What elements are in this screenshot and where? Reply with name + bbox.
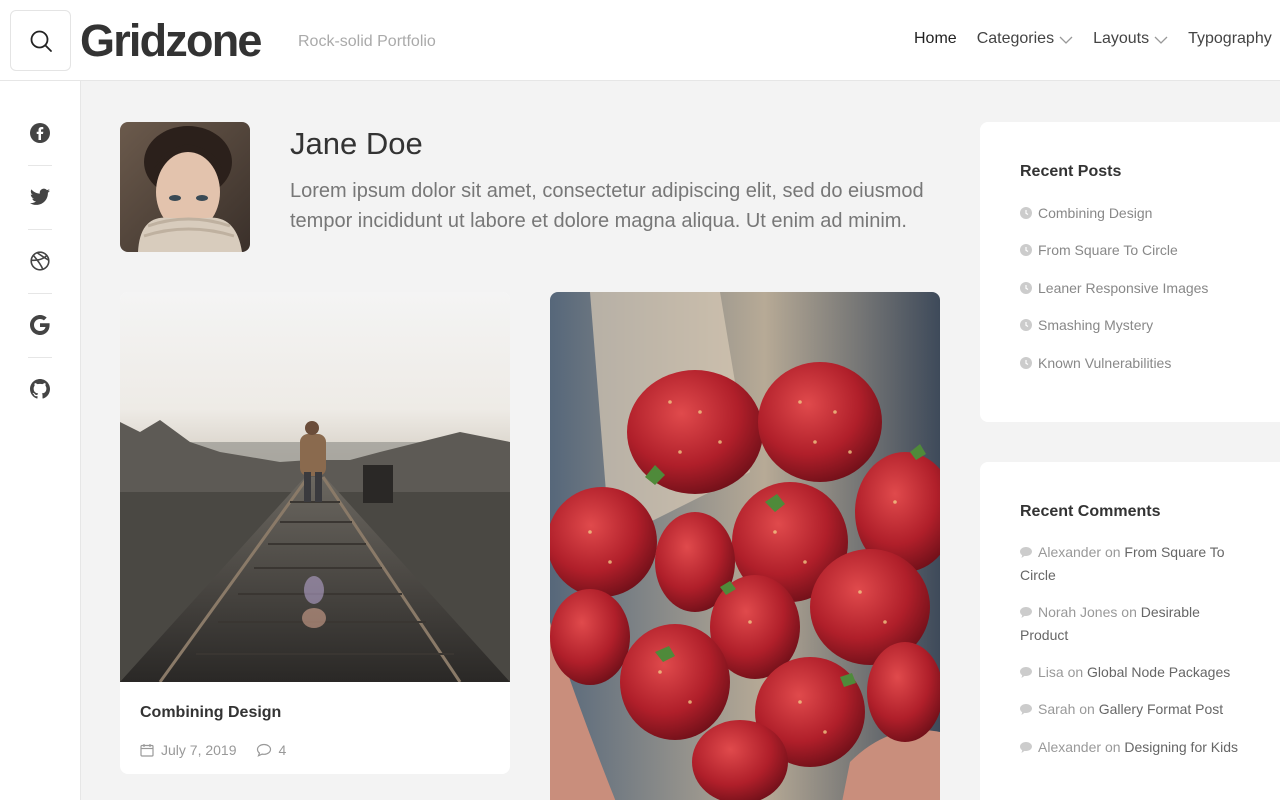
nav-item-label: Layouts (1093, 30, 1150, 47)
nav-item-layouts[interactable]: Layouts (1093, 28, 1168, 50)
divider (28, 357, 52, 358)
post-card-image[interactable] (550, 292, 940, 800)
comment-author: Norah Jones (1038, 604, 1118, 620)
recent-post-label: From Square To Circle (1038, 242, 1178, 258)
nav-item-typography[interactable]: Typography (1188, 28, 1272, 50)
clock-icon (1020, 207, 1032, 219)
recent-comment-item: Alexander on Designing for Kids (1020, 736, 1250, 759)
divider (28, 293, 52, 294)
comment-author: Lisa (1038, 664, 1064, 680)
post-image[interactable] (120, 292, 510, 683)
dribbble-link[interactable] (28, 249, 52, 273)
recent-post-item[interactable]: Known Vulnerabilities (1020, 354, 1171, 372)
social-sidebar (0, 81, 81, 800)
recent-posts-widget: Recent Posts Combining Design From Squar… (980, 122, 1280, 422)
post-date[interactable]: July 7, 2019 (140, 740, 237, 760)
github-icon (30, 379, 50, 399)
recent-post-label: Smashing Mystery (1038, 317, 1154, 333)
divider (28, 229, 52, 230)
recent-post-item[interactable]: From Square To Circle (1020, 241, 1178, 259)
clock-icon (1020, 244, 1032, 256)
recent-comment-item: Sarah on Gallery Format Post (1020, 698, 1250, 721)
comment-on-word: on (1121, 604, 1137, 620)
google-icon (30, 315, 50, 335)
comment-bubble-icon (1020, 667, 1032, 678)
clock-icon (1020, 319, 1032, 331)
post-meta: July 7, 2019 4 (140, 740, 286, 760)
post-title[interactable]: Combining Design (140, 702, 281, 724)
post-image[interactable] (550, 292, 940, 800)
comment-bubble-icon (1020, 607, 1032, 618)
widget-title: Recent Comments (1020, 503, 1161, 520)
facebook-link[interactable] (28, 121, 52, 145)
facebook-icon (30, 123, 50, 143)
clock-icon (1020, 282, 1032, 294)
recent-post-label: Leaner Responsive Images (1038, 280, 1209, 296)
recent-post-item[interactable]: Leaner Responsive Images (1020, 279, 1208, 297)
twitter-icon (30, 188, 50, 205)
recent-post-item[interactable]: Smashing Mystery (1020, 316, 1153, 334)
comment-on-word: on (1104, 739, 1121, 755)
recent-comment-item: Alexander on From Square To Circle (1020, 541, 1250, 587)
recent-post-item[interactable]: Combining Design (1020, 204, 1152, 222)
author-bio: Lorem ipsum dolor sit amet, consectetur … (290, 180, 924, 232)
post-comments[interactable]: 4 (256, 740, 287, 760)
comment-on-word: on (1104, 544, 1121, 560)
recent-post-label: Known Vulnerabilities (1038, 355, 1172, 371)
site-header: Gridzone Rock-solid Portfolio Home Categ… (0, 0, 1280, 81)
nav-item-label: Categories (976, 30, 1055, 47)
github-link[interactable] (28, 377, 52, 401)
site-logo[interactable]: Gridzone (80, 14, 262, 68)
site-tagline: Rock-solid Portfolio (298, 33, 436, 50)
recent-comments-widget: Recent Comments Alexander on From Square… (980, 462, 1280, 800)
recent-post-label: Combining Design (1038, 205, 1153, 221)
main-nav: Home Categories Layouts Typography (914, 28, 1280, 50)
nav-item-label: Home (914, 30, 957, 47)
recent-comment-item: Lisa on Global Node Packages (1020, 661, 1250, 684)
clock-icon (1020, 357, 1032, 369)
comment-bubble-icon (1020, 742, 1032, 753)
widget-title: Recent Posts (1020, 163, 1122, 180)
twitter-link[interactable] (28, 185, 52, 209)
search-button[interactable] (10, 10, 71, 71)
comment-on-word: on (1079, 701, 1095, 717)
comment-icon (256, 743, 271, 757)
comment-post-link[interactable]: Designing for Kids (1124, 739, 1238, 755)
nav-item-home[interactable]: Home (914, 28, 957, 50)
google-link[interactable] (28, 313, 52, 337)
post-date-text: July 7, 2019 (161, 742, 237, 758)
comment-author: Alexander (1038, 544, 1102, 560)
author-name: Jane Doe (290, 126, 423, 161)
comment-bubble-icon (1020, 547, 1032, 558)
author-avatar (120, 122, 250, 252)
search-icon (30, 30, 52, 52)
dribbble-icon (30, 251, 50, 271)
comment-author: Alexander (1038, 739, 1102, 755)
nav-item-categories[interactable]: Categories (977, 28, 1073, 50)
chevron-down-icon (1059, 36, 1073, 44)
nav-item-label: Typography (1188, 30, 1272, 47)
divider (28, 165, 52, 166)
chevron-down-icon (1154, 36, 1168, 44)
comment-author: Sarah (1038, 701, 1076, 717)
comment-on-word: on (1067, 664, 1084, 680)
post-card[interactable]: Combining Design July 7, 2019 4 (120, 292, 510, 774)
comment-post-link[interactable]: Global Node Packages (1087, 664, 1230, 680)
comment-post-link[interactable]: Gallery Format Post (1099, 701, 1223, 717)
recent-comment-item: Norah Jones on Desirable Product (1020, 601, 1250, 647)
comment-bubble-icon (1020, 704, 1032, 715)
post-comment-count: 4 (278, 742, 287, 758)
calendar-icon (140, 744, 154, 757)
